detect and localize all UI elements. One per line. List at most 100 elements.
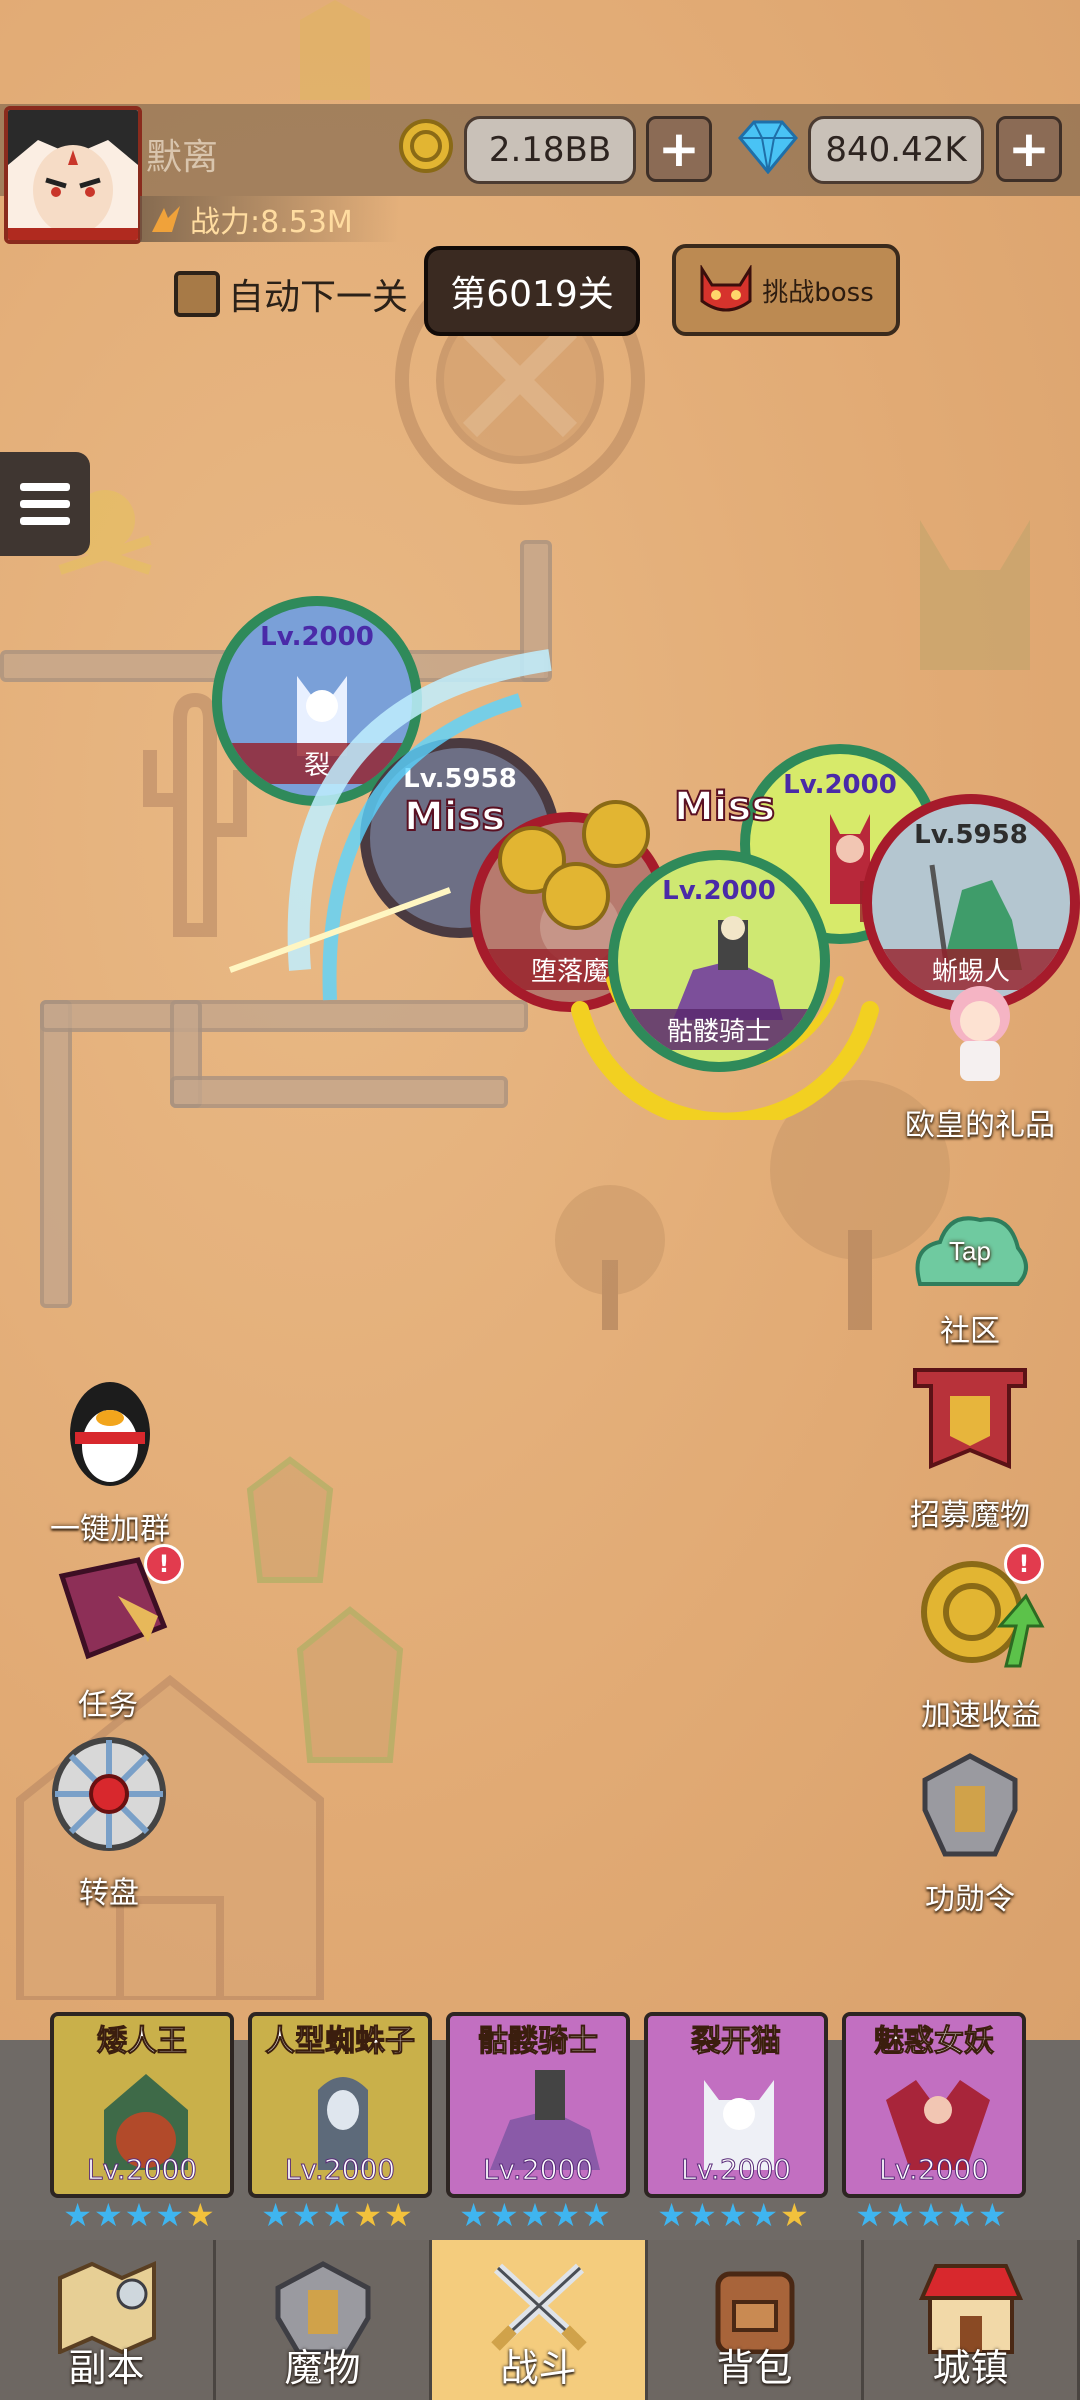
merit-order-button[interactable]: 功勋令 [890, 1750, 1050, 1918]
join-group-button[interactable]: 一键加群 [30, 1374, 190, 1548]
wheel-icon [52, 1737, 166, 1851]
player-avatar[interactable] [4, 106, 142, 244]
svg-text:Tap: Tap [949, 1236, 991, 1266]
hamburger-icon-bar [20, 483, 70, 491]
tab-monsters[interactable]: 魔物 [216, 2240, 432, 2400]
team-card-name: 裂开猫 [691, 2024, 782, 2060]
team-card-name: 骷髅骑士 [478, 2024, 599, 2060]
avatar-portrait-icon [8, 110, 138, 240]
unit-name: 骷髅骑士 [618, 1009, 820, 1050]
recruit-label: 招募魔物 [910, 1498, 1030, 1533]
blue-star-icon: ★ [93, 2196, 123, 2234]
blue-star-icon: ★ [322, 2196, 352, 2234]
recruit-button[interactable]: 招募魔物 [880, 1366, 1060, 1534]
gold-star-icon: ★ [186, 2196, 215, 2234]
auto-next-toggle[interactable]: 自动下一关 [174, 268, 408, 320]
challenge-boss-label: 挑战boss [762, 277, 874, 308]
gold-coin-drop-icon [542, 862, 610, 930]
team-card[interactable]: 人型蜘蛛子 Lv.2000 [248, 2012, 432, 2198]
blue-star-icon: ★ [687, 2196, 717, 2234]
combat-power-label: 战力:8.53M [190, 205, 353, 240]
miss-text: Miss [403, 793, 506, 841]
blue-star-icon: ★ [155, 2196, 185, 2234]
team-card-level: Lv.2000 [680, 2153, 792, 2187]
team-card-level: Lv.2000 [878, 2153, 990, 2187]
hamburger-icon-bar [20, 500, 70, 508]
lucky-gift-button[interactable]: 欧皇的礼品 [880, 976, 1080, 1144]
boss-skull-icon [700, 265, 752, 312]
blue-star-icon: ★ [291, 2196, 321, 2234]
blue-star-icon: ★ [520, 2196, 550, 2234]
unit-level: Lv.2000 [783, 770, 897, 800]
crystal-decoration [246, 1456, 334, 1583]
blue-star-icon: ★ [489, 2196, 519, 2234]
tab-town-label: 城镇 [932, 2346, 1009, 2390]
miss-text: Miss [673, 783, 776, 831]
statue-decoration [920, 520, 1030, 670]
wheel-button[interactable]: 转盘 [44, 1734, 174, 1912]
crystal-decoration [296, 1606, 404, 1763]
community-button[interactable]: Tap 社区 [880, 1208, 1060, 1350]
blue-star-icon: ★ [261, 2196, 290, 2234]
blue-star-icon: ★ [124, 2196, 154, 2234]
tab-backpack[interactable]: 背包 [648, 2240, 864, 2400]
join-group-label: 一键加群 [50, 1512, 170, 1547]
blue-star-icon: ★ [718, 2196, 748, 2234]
blue-star-icon: ★ [582, 2196, 611, 2234]
blue-star-icon: ★ [459, 2196, 488, 2234]
notification-badge: ! [1004, 1544, 1044, 1584]
community-label: 社区 [940, 1314, 1000, 1349]
map-road [40, 1000, 72, 1308]
tab-town[interactable]: 城镇 [864, 2240, 1080, 2400]
blue-star-icon: ★ [63, 2196, 92, 2234]
team-card-name: 矮人王 [97, 2024, 188, 2060]
blue-star-icon: ★ [916, 2196, 946, 2234]
blue-star-icon: ★ [855, 2196, 884, 2234]
unit-level: Lv.5958 [914, 820, 1028, 850]
crystal-decoration [300, 0, 370, 100]
auto-next-label: 自动下一关 [228, 277, 409, 318]
team-card[interactable]: 矮人王 Lv.2000 [50, 2012, 234, 2198]
add-gold-button[interactable]: + [646, 116, 712, 182]
battle-unit-selected[interactable]: Lv.2000 骷髅骑士 [608, 850, 830, 1072]
team-card-level: Lv.2000 [86, 2153, 198, 2187]
gold-star-icon: ★ [780, 2196, 809, 2234]
player-name: 默离 [146, 137, 219, 178]
team-card[interactable]: 骷髅骑士 Lv.2000 [446, 2012, 630, 2198]
team-card-name: 人型蜘蛛子 [265, 2024, 416, 2060]
tab-dungeon[interactable]: 副本 [0, 2240, 216, 2400]
team-card[interactable]: 裂开猫 Lv.2000 [644, 2012, 828, 2198]
gold-star-icon: ★ [384, 2196, 413, 2234]
speed-income-button[interactable]: 加速收益 [896, 1556, 1066, 1734]
stage-indicator: 第6019关 [424, 246, 640, 336]
add-gem-button[interactable]: + [996, 116, 1062, 182]
star-rating: ★ ★ ★ ★ ★ [440, 2198, 630, 2232]
gem-icon [738, 120, 798, 174]
gift-girl-icon [950, 986, 1010, 1081]
combat-power: 战力:8.53M [140, 196, 400, 242]
tab-monsters-label: 魔物 [284, 2346, 361, 2390]
blue-star-icon: ★ [551, 2196, 581, 2234]
team-card[interactable]: 魅惑女妖 Lv.2000 [842, 2012, 1026, 2198]
team-card-name: 魅惑女妖 [874, 2024, 995, 2060]
team-card-level: Lv.2000 [284, 2153, 396, 2187]
speed-income-label: 加速收益 [921, 1698, 1041, 1733]
bottom-nav: 副本 魔物 战斗 背包 城镇 [0, 2240, 1080, 2400]
tap-community-icon: Tap [915, 1216, 1028, 1286]
auto-next-checkbox[interactable] [174, 271, 220, 317]
blue-star-icon: ★ [749, 2196, 779, 2234]
tab-dungeon-label: 副本 [68, 2346, 145, 2390]
challenge-boss-button[interactable]: 挑战boss [672, 244, 900, 336]
tab-battle[interactable]: 战斗 [432, 2240, 648, 2400]
map-road [170, 1076, 508, 1108]
lucky-gift-label: 欧皇的礼品 [905, 1108, 1055, 1143]
tree-decoration [555, 1185, 665, 1330]
star-rating: ★ ★ ★ ★ ★ [638, 2198, 828, 2232]
recruit-banner-icon [913, 1368, 1027, 1469]
quest-label: 任务 [78, 1688, 138, 1723]
menu-button[interactable] [0, 452, 90, 556]
team-card-level: Lv.2000 [482, 2153, 594, 2187]
gold-star-icon: ★ [353, 2196, 383, 2234]
blue-star-icon: ★ [978, 2196, 1007, 2234]
power-icon [152, 206, 180, 232]
